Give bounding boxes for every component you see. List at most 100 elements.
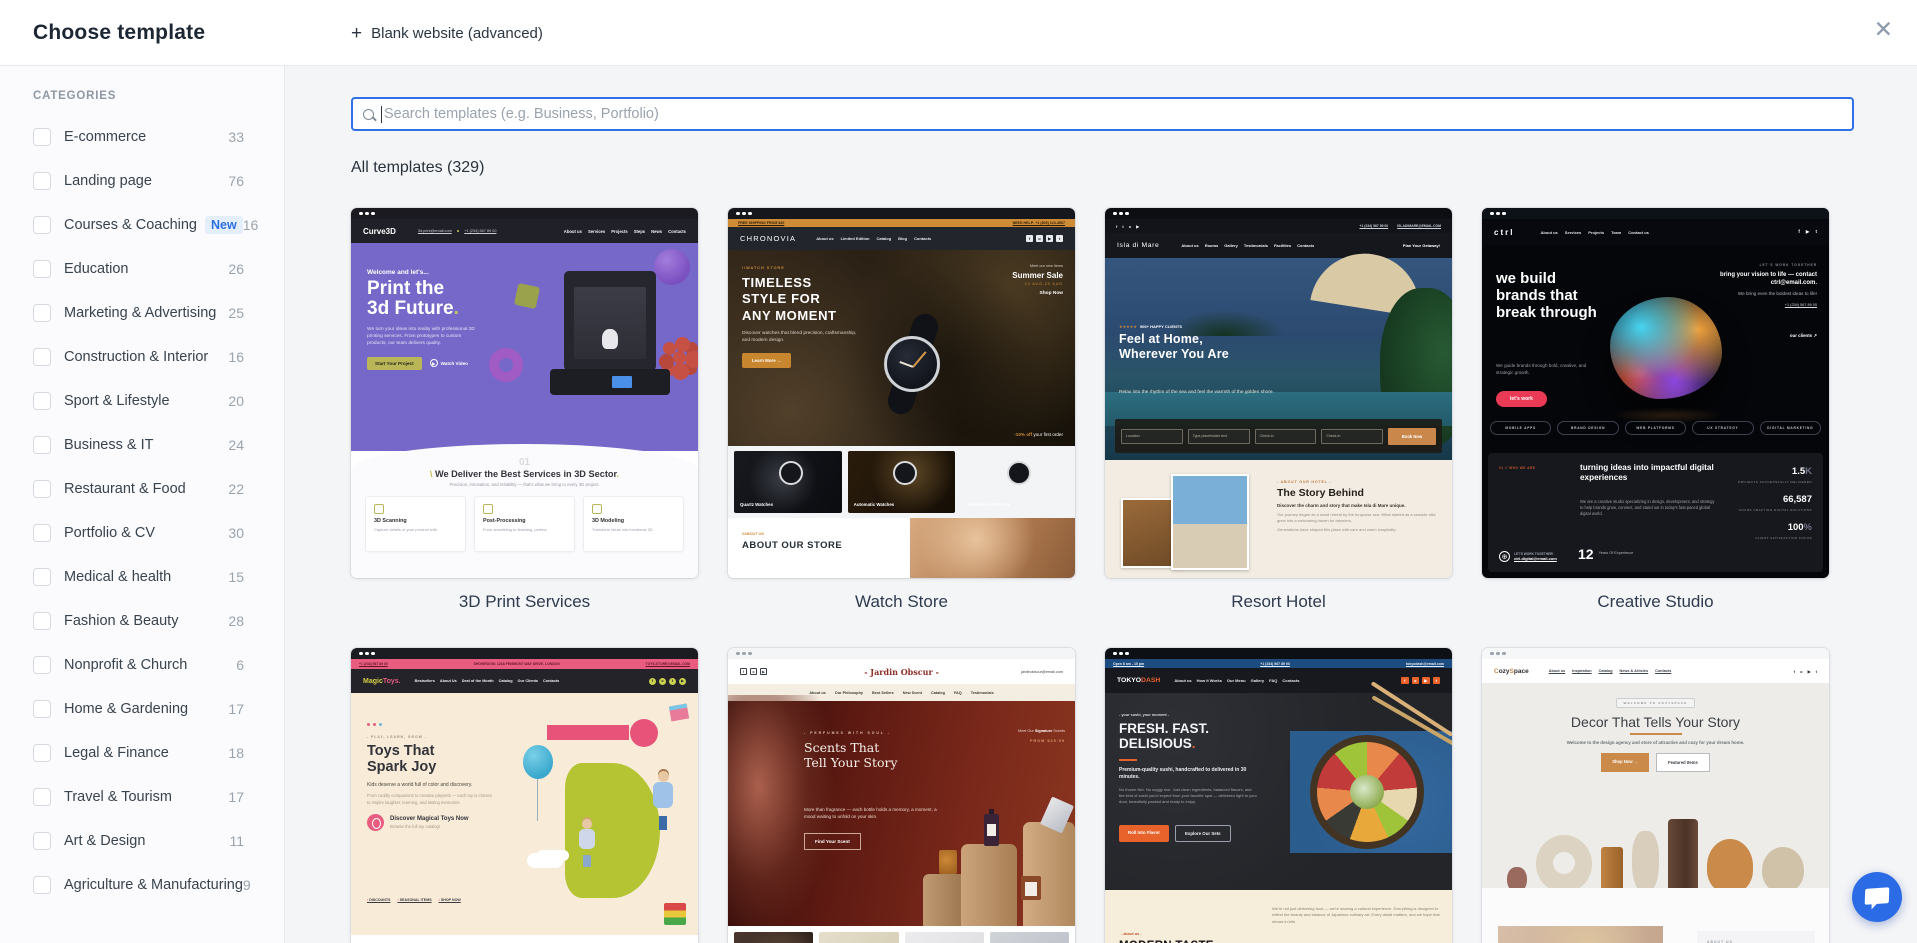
mini-cta: Learn More → [742,353,791,368]
browser-chrome [351,648,698,659]
category-count: 33 [228,129,244,145]
category-checkbox[interactable] [33,260,51,278]
category-item[interactable]: Construction & Interior 16 [0,335,284,379]
mini-social-icons: f▶t [1798,229,1817,235]
vases-illustration [1506,801,1805,893]
category-checkbox[interactable] [33,128,51,146]
years-block: 12 Years Of Experience [1578,546,1639,562]
mini-nav: TOKYODASH About usHow It WorksOur MenuGa… [1105,668,1452,693]
feature-card: 3D Modeling Transform ideas into functio… [583,496,684,552]
category-checkbox[interactable] [33,568,51,586]
decor-photo [1498,926,1663,943]
category-item[interactable]: E-commerce 33 [0,115,284,159]
mini-nav-links: About usRoomsGalleryTestimonialsFaciliti… [1181,243,1314,248]
category-item[interactable]: Agriculture & Manufacturing 9 [0,863,284,907]
mini-hero-title: FRESH. FAST.DELISIOUS. [1119,721,1209,752]
category-item[interactable]: Fashion & Beauty 28 [0,599,284,643]
category-item[interactable]: Restaurant & Food 22 [0,467,284,511]
stats-column: 1.5K PROJECTS SUCCESSFULLY DELIVERED 66,… [1712,461,1812,545]
product-tile: Mechanical Watches [961,451,1069,513]
category-checkbox[interactable] [33,304,51,322]
category-checkbox[interactable] [33,832,51,850]
category-item[interactable]: Legal & Finance 18 [0,731,284,775]
mini-cta-secondary: Featured Items [1656,753,1710,772]
mini-cta: Find Your Scent [804,833,861,850]
category-item[interactable]: Portfolio & CV 30 [0,511,284,555]
category-item[interactable]: Home & Gardening 17 [0,687,284,731]
instagram-icon: o [1036,235,1043,242]
who-text: We are a creative studio specializing in… [1580,499,1718,517]
mini-nav: Curve3D 3d.print@email.com+1 (234) 567 8… [351,219,698,243]
category-label: Marketing & Advertising [64,305,216,321]
category-checkbox[interactable] [33,524,51,542]
mini-hero-title: we buildbrands thatbreak through [1496,271,1597,321]
template-card-3d-print-services[interactable]: Curve3D 3d.print@email.com+1 (234) 567 8… [351,208,698,626]
service-pill: MOBILE APPS [1490,421,1551,435]
category-checkbox[interactable] [33,392,51,410]
category-label: Restaurant & Food [64,481,186,497]
mini-cta: Discover Magical Toys Now Browse the ful… [367,814,507,831]
template-card-toys[interactable]: +1 (234) 567 89 00 SHOWROOM: 123A FENIMO… [351,648,698,943]
category-checkbox[interactable] [33,788,51,806]
category-item[interactable]: Nonprofit & Church 6 [0,643,284,687]
category-label: Sport & Lifestyle [64,393,170,409]
pedestal-shape [1023,822,1075,926]
category-checkbox[interactable] [33,700,51,718]
mini-hero-title: Feel at Home,Wherever You Are [1119,332,1229,363]
plus-icon: + [351,24,362,43]
category-checkbox[interactable] [33,876,51,894]
category-item[interactable]: Education 26 [0,247,284,291]
category-count: 24 [228,437,244,453]
template-thumbnail: +1 (234) 567 89 00 SHOWROOM: 123A FENIMO… [351,648,698,943]
mini-stats-section: 01 // WHO WE ARE turning ideas into impa… [1488,453,1823,572]
browser-chrome [351,208,698,219]
category-item[interactable]: Landing page 76 [0,159,284,203]
category-checkbox[interactable] [33,216,51,234]
mini-social-icons: fot▶ [649,678,686,685]
mini-nav-links: About usServicesProjectsStepsNewsContact… [564,229,686,234]
category-checkbox[interactable] [33,436,51,454]
chat-widget-button[interactable] [1852,872,1902,922]
food-photo [1171,474,1249,570]
browser-chrome [1482,208,1829,219]
mini-topbar: fo▶ - Jardin Obscur - jardinobscur@email… [728,659,1075,684]
template-card-watch-store[interactable]: FREE SHIPPING FROM $20NEED HELP: +1 (800… [728,208,1075,626]
mini-about-section: - about us - MODERN TASTE. We're not jus… [1105,890,1452,943]
template-card-decor[interactable]: CozySpace About usInspirationCatalogNews… [1482,648,1829,943]
twitter-icon: t [669,678,676,685]
category-checkbox[interactable] [33,480,51,498]
category-item[interactable]: Medical & health 15 [0,555,284,599]
category-item[interactable]: Business & IT 24 [0,423,284,467]
template-card-perfume[interactable]: fo▶ - Jardin Obscur - jardinobscur@email… [728,648,1075,943]
category-checkbox[interactable] [33,612,51,630]
template-card-resort-hotel[interactable]: fto▶ +1 (234) 567 89 00ISLADIMARE@EMAIL.… [1105,208,1452,626]
close-icon[interactable]: ✕ [1870,14,1897,45]
youtube-icon: ▶ [1136,224,1139,229]
girl-figure [577,819,597,865]
category-count: 22 [228,481,244,497]
printer-base [550,369,670,395]
mini-logo: Magic [363,678,383,685]
mini-cta-primary: Shop Now → [1601,753,1649,772]
category-item[interactable]: Travel & Tourism 17 [0,775,284,819]
section-subtitle: Precision, innovation, and reliability —… [351,482,698,487]
category-item[interactable]: Marketing & Advertising 25 [0,291,284,335]
template-card-sushi[interactable]: Open 8 am - 10 pm +1 (234) 567 89 00 tok… [1105,648,1452,943]
category-item[interactable]: Courses & Coaching New 16 [0,203,284,247]
search-input[interactable]: Search templates (e.g. Business, Portfol… [351,97,1854,131]
category-checkbox[interactable] [33,348,51,366]
category-count: 11 [229,833,244,849]
category-count: 9 [243,877,251,893]
category-item[interactable]: Art & Design 11 [0,819,284,863]
blank-website-button[interactable]: + Blank website (advanced) [351,0,543,66]
mini-about-section: - ABOUT OUR HOTEL - The Story Behind Dis… [1105,460,1452,578]
category-item[interactable]: Sport & Lifestyle 20 [0,379,284,423]
mini-hero-title: Decor That Tells Your Story [1482,714,1829,730]
perfume-bottle-shape [939,850,957,874]
category-checkbox[interactable] [33,172,51,190]
about-card: ABOUT US [1697,931,1815,943]
category-checkbox[interactable] [33,656,51,674]
template-thumbnail: CozySpace About usInspirationCatalogNews… [1482,648,1829,943]
category-checkbox[interactable] [33,744,51,762]
template-card-creative-studio[interactable]: ctrl About usServicesProjectsTeamContact… [1482,208,1829,626]
